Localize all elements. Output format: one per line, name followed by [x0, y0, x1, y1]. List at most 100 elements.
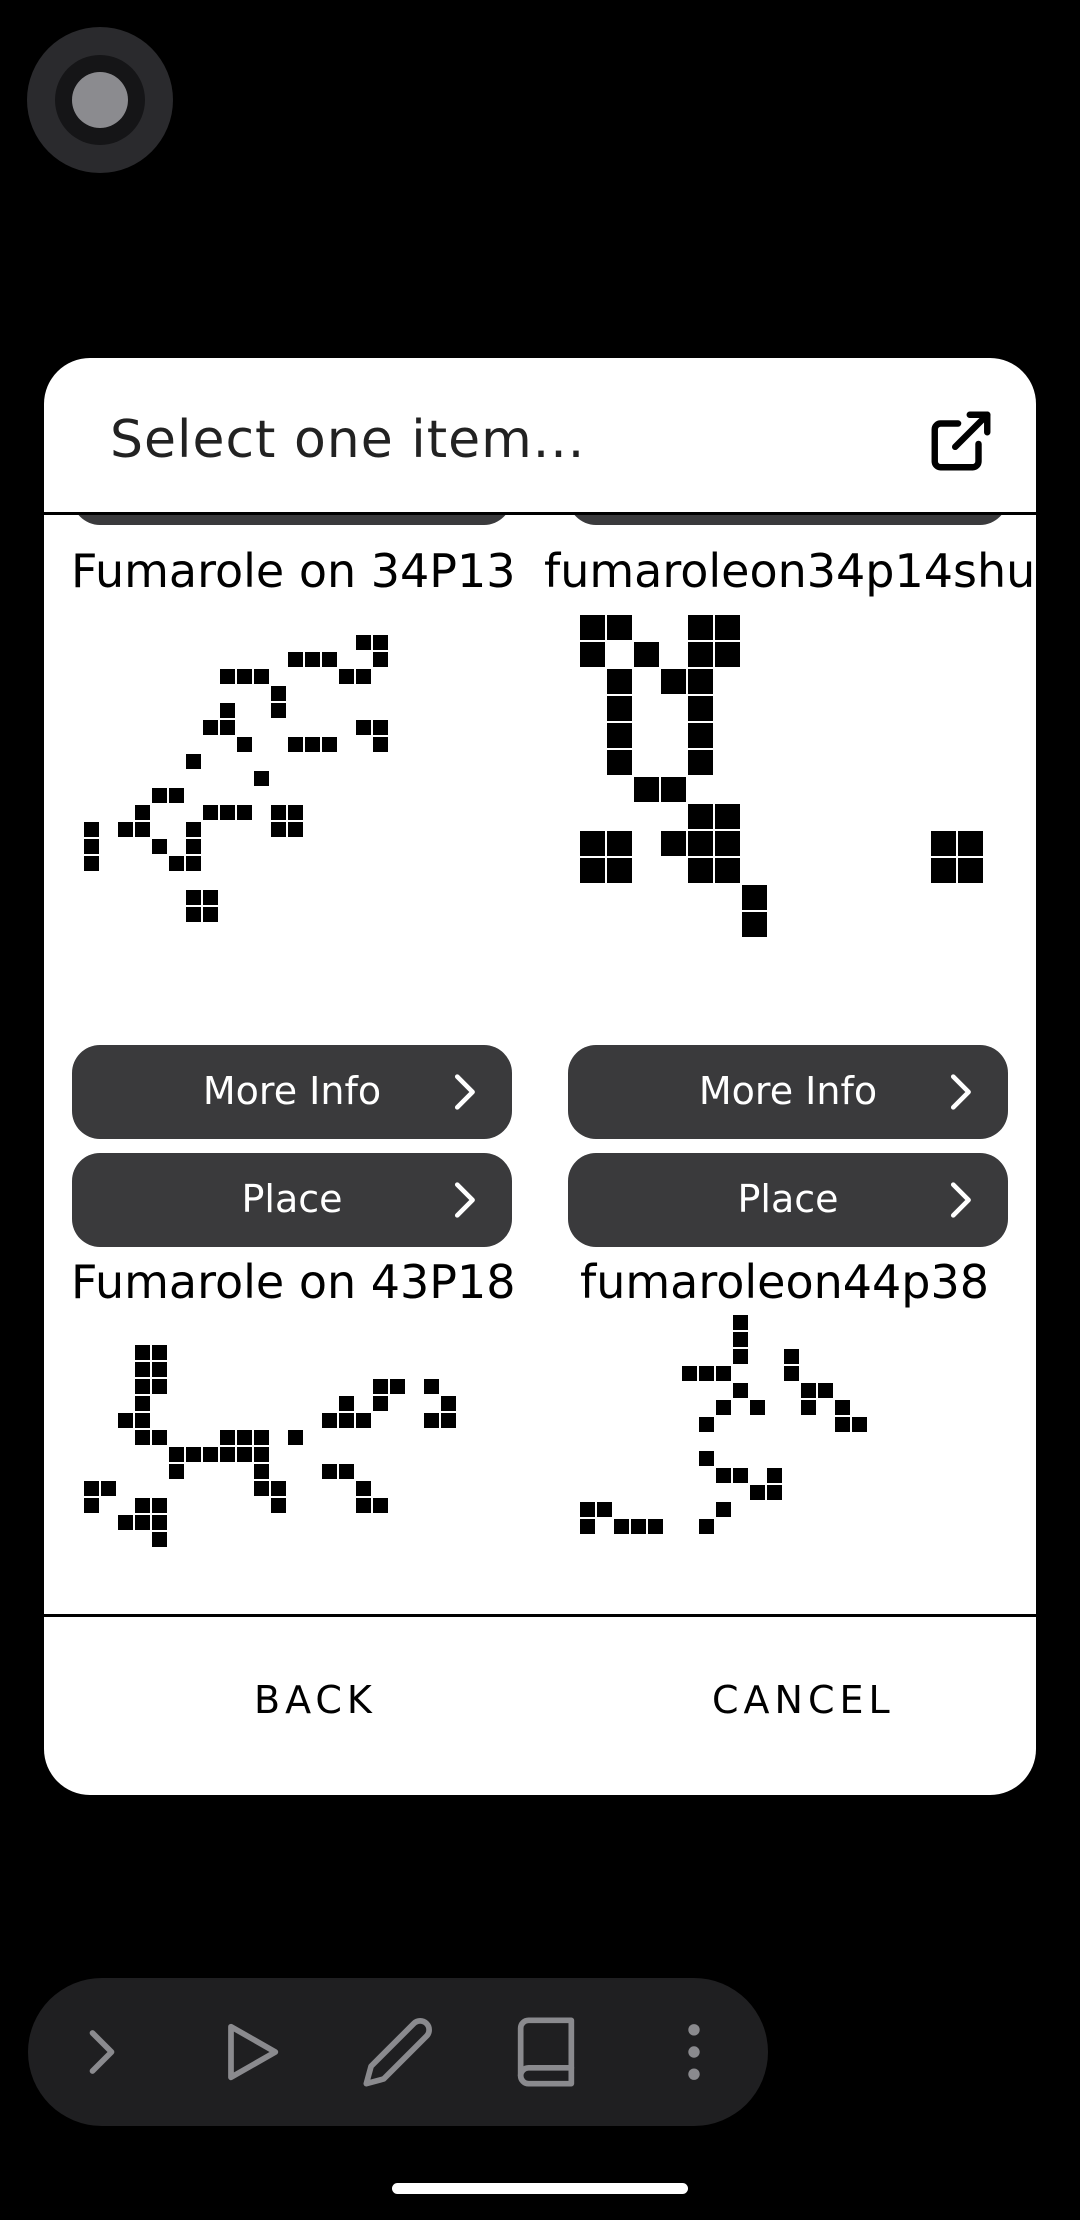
item-list[interactable]: Fumarole on 34P13 More Info Place fumaro… [44, 515, 1036, 1614]
pattern-cell [135, 1430, 150, 1445]
pattern-cell [118, 1413, 133, 1428]
pattern-cell [580, 642, 605, 667]
pattern-cell [84, 839, 99, 854]
pattern-cell [356, 669, 371, 684]
pattern-cell [169, 1464, 184, 1479]
fab-dot [72, 72, 128, 128]
pattern-cell [835, 1400, 850, 1415]
open-in-new-icon[interactable] [926, 406, 996, 476]
chevron-right-icon[interactable] [64, 2014, 140, 2090]
pattern-cell [220, 1430, 235, 1445]
partial-place-button[interactable] [568, 515, 1008, 525]
pattern-cell [203, 805, 218, 820]
pattern-cell [237, 669, 252, 684]
pattern-cell [356, 635, 371, 650]
pattern-cell [152, 1430, 167, 1445]
pattern-cell [607, 696, 632, 721]
pattern-cell [716, 1502, 731, 1517]
pattern-cell [288, 737, 303, 752]
pattern-cell [135, 1515, 150, 1530]
pattern-cell [271, 703, 286, 718]
pattern-cell [152, 1532, 167, 1547]
pattern-cell [631, 1519, 646, 1534]
cancel-button[interactable]: CANCEL [712, 1678, 895, 1722]
item-title: Fumarole on 34P13 [71, 544, 516, 598]
floating-action-button[interactable] [27, 27, 173, 173]
pencil-icon[interactable] [360, 2014, 436, 2090]
pattern-cell [169, 1447, 184, 1462]
pattern-cell [152, 1379, 167, 1394]
pattern-cell [339, 669, 354, 684]
pattern-cell [931, 858, 956, 883]
pattern-cell [699, 1366, 714, 1381]
pattern-cell [580, 858, 605, 883]
item-title: fumaroleon34p14shut [544, 544, 1036, 598]
pattern-cell [424, 1379, 439, 1394]
pattern-cell [682, 1366, 697, 1381]
book-icon[interactable] [508, 2014, 584, 2090]
partial-place-button[interactable] [72, 515, 512, 525]
pattern-cell [688, 804, 713, 829]
pattern-cell [750, 1485, 765, 1500]
pattern-cell [750, 1400, 765, 1415]
pattern-cell [135, 1345, 150, 1360]
pattern-cell [688, 696, 713, 721]
pattern-cell [634, 777, 659, 802]
pattern-cell [254, 1464, 269, 1479]
pattern-cell [152, 1498, 167, 1513]
pattern-cell [271, 822, 286, 837]
pattern-cell [835, 1417, 850, 1432]
pattern-cell [801, 1400, 816, 1415]
pattern-cell [322, 1464, 337, 1479]
more-info-button[interactable]: More Info [568, 1045, 1008, 1139]
pattern-cell [220, 703, 235, 718]
pattern-cell [699, 1519, 714, 1534]
pattern-cell [607, 723, 632, 748]
pattern-cell [688, 615, 713, 640]
pattern-cell [580, 615, 605, 640]
pattern-cell [818, 1383, 833, 1398]
pattern-cell [580, 1519, 595, 1534]
pattern-cell [733, 1349, 748, 1364]
pattern-cell [186, 890, 201, 905]
back-button[interactable]: BACK [254, 1678, 377, 1722]
pattern-cell [322, 1413, 337, 1428]
pattern-cell [607, 858, 632, 883]
place-button[interactable]: Place [72, 1153, 512, 1247]
divider-bottom [44, 1614, 1036, 1617]
more-vertical-icon[interactable] [656, 2014, 732, 2090]
pattern-cell [220, 720, 235, 735]
pattern-cell [688, 642, 713, 667]
place-button[interactable]: Place [568, 1153, 1008, 1247]
pattern-cell [441, 1413, 456, 1428]
pattern-cell [271, 1498, 286, 1513]
chevron-right-icon [454, 1182, 475, 1218]
pattern-cell [767, 1468, 782, 1483]
pattern-cell [84, 1498, 99, 1513]
pattern-preview [84, 635, 388, 922]
pattern-cell [84, 822, 99, 837]
pattern-cell [356, 1481, 371, 1496]
pattern-cell [688, 858, 713, 883]
item-title: fumaroleon44p38 [580, 1255, 990, 1309]
pattern-cell [186, 856, 201, 871]
pattern-cell [852, 1417, 867, 1432]
pattern-cell [237, 805, 252, 820]
pattern-preview [580, 615, 983, 937]
pattern-cell [254, 1447, 269, 1462]
pattern-cell [288, 652, 303, 667]
more-info-button[interactable]: More Info [72, 1045, 512, 1139]
pattern-cell [688, 723, 713, 748]
pattern-cell [152, 788, 167, 803]
pattern-cell [648, 1519, 663, 1534]
play-icon[interactable] [212, 2014, 288, 2090]
pattern-cell [716, 1366, 731, 1381]
pattern-cell [152, 1345, 167, 1360]
pattern-cell [733, 1468, 748, 1483]
pattern-cell [580, 1502, 595, 1517]
chevron-right-icon [950, 1182, 971, 1218]
pattern-cell [186, 839, 201, 854]
pattern-cell [288, 822, 303, 837]
pattern-cell [322, 652, 337, 667]
pattern-cell [373, 737, 388, 752]
